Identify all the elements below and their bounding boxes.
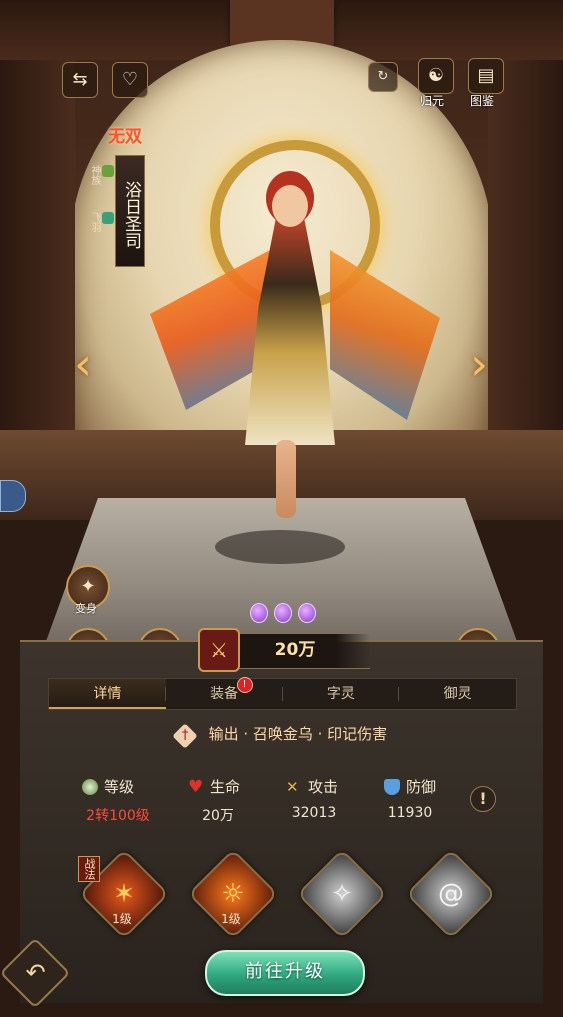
level-icon [82, 778, 98, 795]
tab-yuling[interactable]: 御灵 [399, 679, 516, 709]
power-value: 20万 [274, 640, 316, 660]
bianshen-label: 变身 [75, 602, 97, 615]
tab-equipment-label: 装备 [210, 686, 239, 702]
tab-yuling-label: 御灵 [443, 686, 472, 702]
stat-level-header: 等级 [82, 776, 134, 797]
star-gems [250, 603, 316, 623]
divine-race-icon [102, 165, 114, 177]
tab-ziling[interactable]: 字灵 [283, 679, 400, 709]
stat-hp-header: ♥ 生命 [188, 776, 240, 797]
stat-level-value: 2转100级 [86, 808, 150, 824]
tab-bar: 详情 装备 ! 字灵 御灵 [48, 677, 517, 710]
stat-defense-header: 防御 [384, 776, 436, 797]
stat-defense-label: 防御 [406, 778, 437, 796]
back-arrow-icon: ↶ [25, 958, 46, 987]
power-icon: ⚔ [198, 628, 240, 672]
prev-hero-arrow-icon[interactable]: ‹ [66, 335, 100, 395]
favorite-heart-icon[interactable]: ♡ [112, 62, 148, 98]
skill-badge: 战法 [78, 856, 100, 882]
role-text: 输出 · 召唤金乌 · 印记伤害 [208, 725, 388, 743]
tab-equipment[interactable]: 装备 ! [166, 677, 283, 709]
guiyuan-icon[interactable]: ☯ [418, 58, 454, 94]
tujian-label[interactable]: 图鉴 [470, 92, 494, 109]
tab-details-label: 详情 [93, 686, 122, 702]
wushuang-badge: 无双 [108, 127, 142, 147]
role-description: † 输出 · 召唤金乌 · 印记伤害 [48, 718, 515, 750]
next-hero-arrow-icon[interactable]: › [462, 335, 496, 395]
phoenix-icon: ✧ [331, 879, 353, 909]
info-icon[interactable]: ! [470, 786, 496, 812]
guiyuan-label[interactable]: 归元 [420, 92, 444, 109]
race-tag: 神族 [89, 165, 114, 185]
gem-icon [250, 603, 268, 623]
tab-details[interactable]: 详情 [49, 679, 166, 709]
crossed-swords-icon: ✕ [286, 777, 299, 796]
class-tag-label: 飞羽 [89, 212, 100, 232]
upgrade-button[interactable]: 前往升级 [205, 950, 365, 996]
gem-icon [298, 603, 316, 623]
stat-attack-value: 32013 [291, 805, 337, 821]
stat-hp-label: 生命 [210, 778, 241, 796]
stat-defense-value: 11930 [387, 805, 433, 821]
feather-icon [102, 212, 114, 224]
skill-1-level: 1级 [112, 912, 132, 926]
tab-ziling-label: 字灵 [326, 686, 355, 702]
rotate-icon[interactable]: ↻ [368, 62, 398, 92]
heart-icon: ♥ [188, 776, 204, 797]
swirl-bird-icon: @ [438, 879, 464, 909]
hero-name: 浴日圣司 [115, 155, 145, 267]
shield-icon [384, 778, 400, 795]
alert-badge: ! [236, 677, 253, 693]
class-tag: 飞羽 [89, 212, 114, 232]
hero-legs [276, 440, 296, 518]
skill-2-level: 1级 [221, 912, 241, 926]
gem-icon [274, 603, 292, 623]
stat-level-label: 等级 [104, 778, 135, 796]
stat-hp-value: 20万 [202, 808, 234, 824]
side-shortcut-icon[interactable] [0, 480, 26, 512]
hero-head [272, 185, 308, 227]
stat-attack-label: 攻击 [308, 778, 339, 796]
role-sword-icon: † [172, 723, 198, 749]
race-tag-label: 神族 [89, 165, 100, 185]
stat-attack-header: ✕ 攻击 [286, 776, 338, 797]
tujian-icon[interactable]: ▤ [468, 58, 504, 94]
hero-shadow [215, 530, 345, 564]
swap-icon[interactable]: ⇆ [62, 62, 98, 98]
